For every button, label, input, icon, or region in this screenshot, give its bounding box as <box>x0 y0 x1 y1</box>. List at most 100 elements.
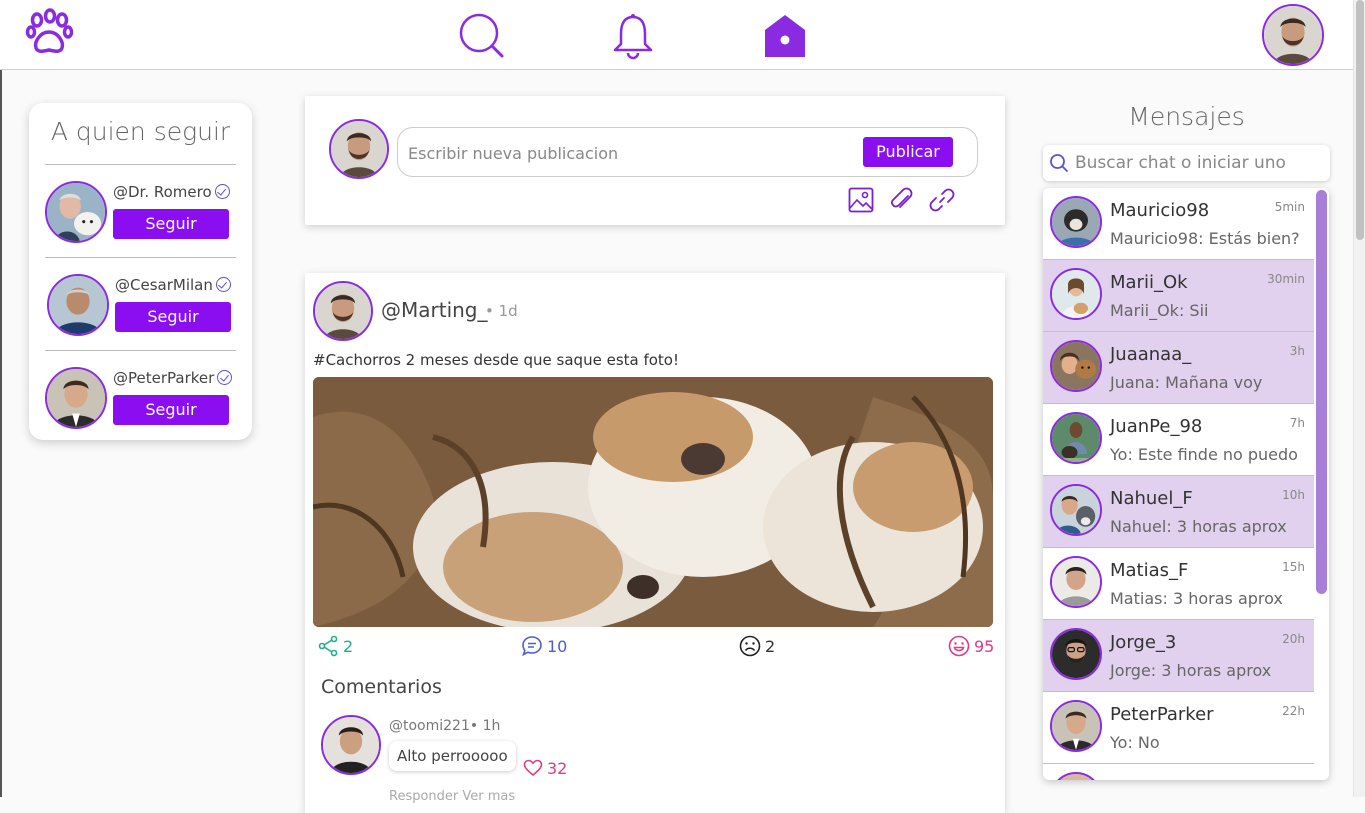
chat-preview: Matias: 3 horas aprox <box>1110 589 1283 608</box>
chat-item-partial[interactable] <box>1043 764 1314 780</box>
publish-button[interactable]: Publicar <box>863 137 953 167</box>
chat-name: Mauricio98 <box>1110 200 1210 221</box>
avatar <box>1050 484 1102 536</box>
follow-button[interactable]: Seguir <box>113 395 229 425</box>
divider <box>45 164 236 165</box>
follow-item: @Dr. Romero Seguir <box>45 181 245 245</box>
chat-time: 10h <box>1282 488 1305 502</box>
follow-handle: @PeterParker <box>113 369 233 387</box>
post-author-avatar[interactable] <box>313 281 373 341</box>
verified-icon <box>214 184 230 199</box>
link-icon[interactable] <box>929 187 955 213</box>
chat-list: Mauricio98 5min Mauricio98: Estás bien? … <box>1043 188 1329 780</box>
comments-title: Comentarios <box>321 676 442 698</box>
chat-preview: Yo: Este finde no puedo <box>1110 445 1298 464</box>
chat-time: 15h <box>1282 560 1305 574</box>
chat-search <box>1043 145 1330 181</box>
chat-item[interactable]: JuanPe_98 7h Yo: Este finde no puedo <box>1043 404 1314 476</box>
comment-author-avatar[interactable] <box>321 715 381 775</box>
chat-name: JuanPe_98 <box>1110 416 1203 437</box>
window-edge <box>0 0 2 797</box>
post-image[interactable] <box>313 377 993 627</box>
chat-name: Marii_Ok <box>1110 272 1188 293</box>
comment-text: Alto perrooooo <box>389 741 516 771</box>
avatar <box>1050 772 1102 780</box>
sad-stat[interactable]: 2 <box>739 634 775 658</box>
follow-item: @CesarMilan Seguir <box>45 274 245 338</box>
chat-preview: Juana: Mañana voy <box>1110 373 1263 392</box>
avatar <box>1050 340 1102 392</box>
comment-author[interactable]: @toomi221• 1h <box>389 718 500 734</box>
chat-name: Matias_F <box>1110 560 1189 581</box>
chat-item[interactable]: Matias_F 15h Matias: 3 horas aprox <box>1043 548 1314 620</box>
divider <box>45 350 236 351</box>
search-icon[interactable] <box>458 12 506 60</box>
comment-stat[interactable]: 10 <box>521 634 567 658</box>
comment-like[interactable]: 32 <box>523 758 567 778</box>
top-navigation-bar <box>0 0 1353 70</box>
chat-time: 5min <box>1274 200 1305 214</box>
follow-button[interactable]: Seguir <box>115 302 231 332</box>
chat-item[interactable]: Juaanaa_ 3h Juana: Mañana voy <box>1043 332 1314 404</box>
like-stat[interactable]: 95 <box>948 634 994 658</box>
chat-name: Juaanaa_ <box>1110 344 1192 365</box>
chat-item[interactable]: PeterParker 22h Yo: No <box>1043 692 1314 764</box>
image-icon[interactable] <box>848 187 874 213</box>
follow-handle: @CesarMilan <box>115 276 231 294</box>
chat-list-scrollbar[interactable] <box>1314 188 1329 780</box>
share-stat[interactable]: 2 <box>317 634 353 658</box>
chat-time: 3h <box>1289 344 1305 358</box>
avatar <box>1050 556 1102 608</box>
chat-name: PeterParker <box>1110 704 1214 725</box>
search-icon <box>1050 154 1068 172</box>
post-input[interactable] <box>408 140 848 166</box>
comment-icon <box>522 636 542 657</box>
bell-icon[interactable] <box>609 12 657 60</box>
chat-item[interactable]: Mauricio98 5min Mauricio98: Estás bien? <box>1043 188 1314 260</box>
avatar[interactable] <box>45 181 107 243</box>
chat-time: 22h <box>1282 704 1305 718</box>
messages-title: Mensajes <box>1128 102 1245 131</box>
follow-item: @PeterParker Seguir <box>45 367 245 431</box>
chat-name: Nahuel_F <box>1110 488 1193 509</box>
avatar <box>1050 196 1102 248</box>
paw-icon[interactable] <box>24 8 74 58</box>
happy-face-icon <box>948 635 970 657</box>
user-avatar[interactable] <box>1262 4 1324 66</box>
follow-handle: @Dr. Romero <box>113 183 230 201</box>
avatar <box>1050 700 1102 752</box>
chat-item[interactable]: Marii_Ok 30min Marii_Ok: Sii <box>1043 260 1314 332</box>
chat-time: 7h <box>1289 416 1305 430</box>
new-post-composer: Publicar <box>305 96 1005 225</box>
chat-time: 30min <box>1267 272 1305 286</box>
sad-face-icon <box>739 635 761 657</box>
verified-icon <box>215 277 231 292</box>
user-avatar <box>329 119 389 179</box>
avatar <box>1050 268 1102 320</box>
verified-icon <box>217 370 233 385</box>
home-icon[interactable] <box>761 12 809 60</box>
page-scrollbar[interactable] <box>1353 0 1365 797</box>
chat-preview: Jorge: 3 horas aprox <box>1110 661 1272 680</box>
chat-time: 20h <box>1282 632 1305 646</box>
heart-icon <box>523 759 543 777</box>
follow-title: A quien seguir <box>50 117 231 146</box>
post-input-wrapper: Publicar <box>397 127 978 177</box>
post-text: #Cachorros 2 meses desde que saque esta … <box>313 351 679 369</box>
chat-name: Jorge_3 <box>1110 632 1177 653</box>
divider <box>45 257 236 258</box>
who-to-follow-card: A quien seguir @Dr. Romero Seguir @Cesar… <box>29 103 252 440</box>
avatar[interactable] <box>45 367 107 429</box>
chat-search-input[interactable] <box>1075 151 1325 175</box>
share-icon <box>318 635 338 657</box>
paperclip-icon[interactable] <box>889 187 915 213</box>
chat-item[interactable]: Nahuel_F 10h Nahuel: 3 horas aprox <box>1043 476 1314 548</box>
chat-preview: Nahuel: 3 horas aprox <box>1110 517 1287 536</box>
follow-button[interactable]: Seguir <box>113 209 229 239</box>
post-author[interactable]: @Marting_ <box>381 298 488 322</box>
feed-post: @Marting_ • 1d #Cachorros 2 meses desde … <box>305 273 1005 813</box>
post-time: • 1d <box>485 302 518 320</box>
avatar[interactable] <box>47 274 109 336</box>
chat-preview: Yo: No <box>1110 733 1160 752</box>
chat-item[interactable]: Jorge_3 20h Jorge: 3 horas aprox <box>1043 620 1314 692</box>
